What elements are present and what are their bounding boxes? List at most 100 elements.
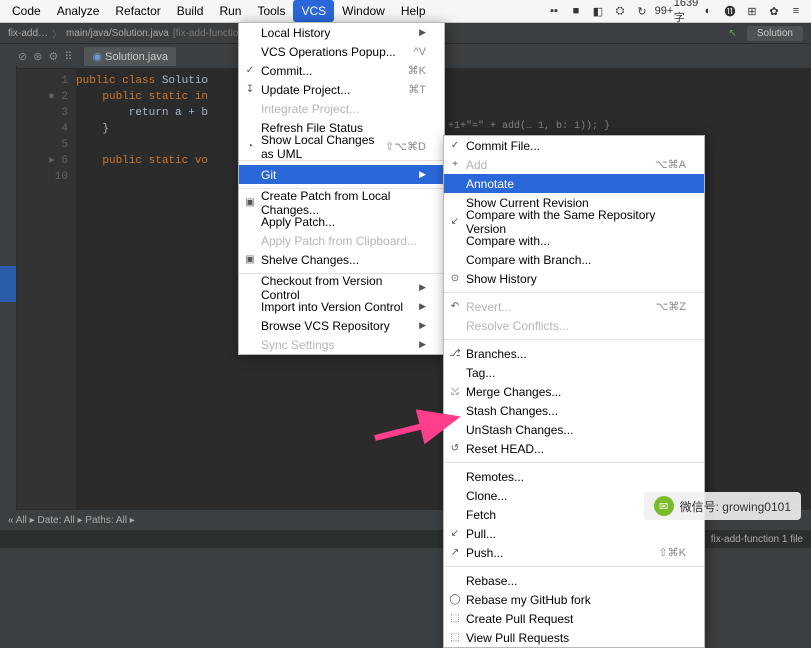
- menu-shortcut: ⌥⌘A: [655, 158, 686, 171]
- vcs-menu-item[interactable]: ✓Commit...⌘K: [239, 61, 444, 80]
- wechat-watermark: ✉ 微信号: growing0101: [644, 492, 801, 520]
- annotation-arrow-icon: [370, 406, 470, 446]
- git-menu-item[interactable]: ↺Reset HEAD...: [444, 439, 704, 458]
- menu-item-icon: ▣: [243, 197, 257, 208]
- code-area[interactable]: public class Solutio public static in re…: [76, 69, 208, 537]
- menu-refactor[interactable]: Refactor: [107, 0, 168, 22]
- menu-shortcut: ^V: [414, 46, 427, 58]
- vcs-menu-item[interactable]: VCS Operations Popup... ^V: [239, 42, 444, 61]
- menu-item-label: UnStash Changes...: [466, 423, 573, 437]
- menu-item-label: Merge Changes...: [466, 385, 561, 399]
- menu-run[interactable]: Run: [211, 0, 249, 22]
- menu-shortcut: ⇧⌥⌘D: [385, 140, 426, 153]
- menu-item-label: View Pull Requests: [466, 631, 569, 645]
- menu-window[interactable]: Window: [334, 0, 393, 22]
- git-menu-item[interactable]: Compare with Branch...: [444, 250, 704, 269]
- vcs-menu-item[interactable]: ◔Show Local Changes as UML⇧⌥⌘D: [239, 137, 444, 156]
- menu-analyze[interactable]: Analyze: [49, 0, 108, 22]
- crumb-seg[interactable]: main/java/Solution.java: [66, 28, 169, 39]
- status-chars: 1639字: [678, 3, 694, 19]
- crumb-seg[interactable]: fix-add…: [8, 28, 48, 39]
- git-menu-item: ↶Revert...⌥⌘Z: [444, 297, 704, 316]
- toolbar-icon[interactable]: ⊛: [33, 50, 42, 63]
- menu-item-label: Shelve Changes...: [261, 253, 359, 267]
- solution-button[interactable]: Solution: [747, 26, 803, 41]
- run-icon[interactable]: ↖: [728, 28, 736, 39]
- submenu-arrow-icon: ▶: [419, 282, 426, 293]
- status-icon: ◧: [590, 3, 606, 19]
- footer-path[interactable]: fix-add-function 1 file: [711, 534, 803, 545]
- wechat-icon: ✉: [654, 496, 674, 516]
- gear-icon[interactable]: ⚙: [48, 50, 58, 63]
- git-menu-item[interactable]: UnStash Changes...: [444, 420, 704, 439]
- vcs-menu-item[interactable]: Import into Version Control▶: [239, 297, 444, 316]
- vcs-menu-item[interactable]: Apply Patch...: [239, 212, 444, 231]
- menu-shortcut: ⌘K: [408, 64, 426, 77]
- git-menu-item[interactable]: Compare with...: [444, 231, 704, 250]
- git-menu-item[interactable]: ↙ Pull...: [444, 524, 704, 543]
- git-menu-item[interactable]: ⤩ Merge Changes...: [444, 382, 704, 401]
- status-icon: ⓫: [722, 3, 738, 19]
- menu-item-label: Remotes...: [466, 470, 524, 484]
- vcs-menu-item[interactable]: ▣Create Patch from Local Changes...: [239, 193, 444, 212]
- menu-build[interactable]: Build: [169, 0, 212, 22]
- git-menu-item[interactable]: Annotate: [444, 174, 704, 193]
- menu-item-label: Git: [261, 168, 276, 182]
- git-menu-item[interactable]: Remotes...: [444, 467, 704, 486]
- menu-item-label: Clone...: [466, 489, 507, 503]
- menu-vcs[interactable]: VCS: [293, 0, 334, 22]
- git-menu-item[interactable]: ↙Compare with the Same Repository Versio…: [444, 212, 704, 231]
- git-menu-item[interactable]: ⬚ View Pull Requests: [444, 628, 704, 647]
- mac-menubar: Code Analyze Refactor Build Run Tools VC…: [0, 0, 811, 23]
- menu-help[interactable]: Help: [393, 0, 434, 22]
- menu-item-label: Compare with Branch...: [466, 253, 591, 267]
- menu-item-label: Add: [466, 158, 487, 172]
- menu-item-label: Commit File...: [466, 139, 540, 153]
- git-menu-item[interactable]: ⎇Branches...: [444, 344, 704, 363]
- vcs-menu-item[interactable]: Git▶: [239, 165, 444, 184]
- git-menu-item[interactable]: Rebase...: [444, 571, 704, 590]
- toolbar-icon[interactable]: ⊘: [18, 50, 27, 63]
- git-menu-item[interactable]: ✓ Commit File...: [444, 136, 704, 155]
- vcs-menu-item[interactable]: ↧Update Project...⌘T: [239, 80, 444, 99]
- git-menu-item: Resolve Conflicts...: [444, 316, 704, 335]
- vcs-menu-item[interactable]: ▣ Shelve Changes...: [239, 250, 444, 269]
- editor-tab[interactable]: ◉ Solution.java: [84, 47, 176, 66]
- left-toolwindow-strip[interactable]: [0, 66, 17, 510]
- menu-item-label: Browse VCS Repository: [261, 319, 390, 333]
- vcs-menu-item[interactable]: Checkout from Version Control▶: [239, 278, 444, 297]
- menu-tools[interactable]: Tools: [249, 0, 293, 22]
- menu-item-label: VCS Operations Popup...: [261, 45, 396, 59]
- git-menu-item[interactable]: Tag...: [444, 363, 704, 382]
- menu-item-label: Import into Version Control: [261, 300, 403, 314]
- vcs-menu-item[interactable]: Browse VCS Repository▶: [239, 316, 444, 335]
- menu-item-icon: ↙: [448, 528, 462, 539]
- menu-item-label: Revert...: [466, 300, 511, 314]
- menu-item-label: Pull...: [466, 527, 496, 541]
- git-menu-item[interactable]: ⊙Show History: [444, 269, 704, 288]
- menu-item-icon: ⬚: [448, 632, 462, 643]
- menu-item-label: Sync Settings: [261, 338, 334, 352]
- vcs-menu-item[interactable]: Local History▶: [239, 23, 444, 42]
- menu-item-icon: ◔: [243, 141, 257, 152]
- vcs-menu-item: Integrate Project...: [239, 99, 444, 118]
- menu-item-icon: ↶: [448, 301, 462, 312]
- left-tool-selected[interactable]: [0, 266, 16, 302]
- git-menu-item[interactable]: Stash Changes...: [444, 401, 704, 420]
- status-icon: ▪▪: [546, 3, 562, 19]
- code-peek: +1+"=" + add(… 1, b: 1)); }: [448, 121, 610, 132]
- submenu-arrow-icon: ▶: [419, 339, 426, 350]
- menu-item-label: Annotate: [466, 177, 514, 191]
- menu-code[interactable]: Code: [4, 0, 49, 22]
- status-icon: ✿: [766, 3, 782, 19]
- git-menu-item[interactable]: ↗Push...⇧⌘K: [444, 543, 704, 562]
- git-menu-item[interactable]: ◯Rebase my GitHub fork: [444, 590, 704, 609]
- toolbar-icon[interactable]: ⠿: [64, 50, 72, 63]
- menu-item-label: Apply Patch from Clipboard...: [261, 234, 417, 248]
- menu-item-label: Fetch: [466, 508, 496, 522]
- menu-item-icon: ✓: [448, 140, 462, 151]
- status-icon: ◐: [700, 3, 716, 19]
- git-menu-item[interactable]: ⬚Create Pull Request: [444, 609, 704, 628]
- menu-item-icon: ⤩: [448, 386, 462, 397]
- menu-item-icon: ▣: [243, 254, 257, 265]
